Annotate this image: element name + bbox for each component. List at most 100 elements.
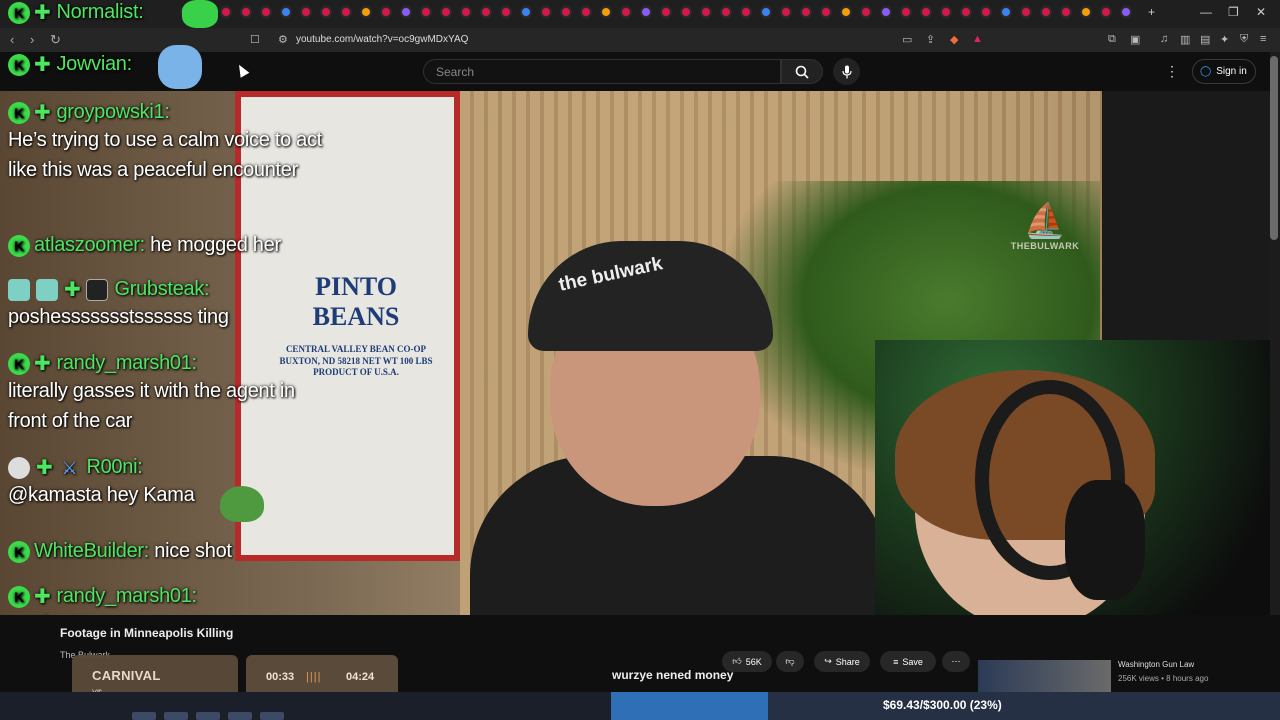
recommended-thumbnail[interactable]: [978, 660, 1111, 692]
chat-text: He’s trying to use a calm voice to act l…: [8, 129, 322, 181]
signin-button[interactable]: ◯ Sign in: [1192, 59, 1256, 84]
taskbar-app-icon[interactable]: [228, 712, 252, 720]
browser-tab-favicon-icon[interactable]: [300, 6, 312, 18]
browser-tab-favicon-icon[interactable]: [260, 6, 272, 18]
browser-tab-favicon-icon[interactable]: [920, 6, 932, 18]
menu-icon[interactable]: ≡: [1260, 33, 1266, 45]
taskbar-app-icon[interactable]: [132, 712, 156, 720]
browser-tab-favicon-icon[interactable]: [520, 6, 532, 18]
forward-icon[interactable]: ›: [30, 32, 34, 47]
browser-tab-favicon-icon[interactable]: [320, 6, 332, 18]
bookmark-icon[interactable]: ☐: [250, 33, 260, 46]
taskbar-app-icon[interactable]: [196, 712, 220, 720]
browser-tab-favicon-icon[interactable]: [780, 6, 792, 18]
share-button[interactable]: ↪ Share: [814, 651, 870, 672]
kick-badge-icon: K: [8, 53, 30, 76]
browser-tab-favicon-icon[interactable]: [360, 6, 372, 18]
url-field[interactable]: youtube.com/watch?v=oc9gwMDxYAQ: [296, 34, 468, 45]
save-button[interactable]: ≡ Save: [880, 651, 936, 672]
video-title[interactable]: Footage in Minneapolis Killing: [60, 626, 233, 640]
minimize-icon[interactable]: —: [1200, 5, 1212, 19]
browser-tab-favicon-icon[interactable]: [660, 6, 672, 18]
browser-tab-favicon-icon[interactable]: [580, 6, 592, 18]
extensions-icon[interactable]: ⧉: [1108, 33, 1116, 46]
microphone-icon: [841, 65, 852, 78]
browser-tab-favicon-icon[interactable]: [680, 6, 692, 18]
share-icon: ↪: [824, 656, 832, 666]
browser-tab-favicon-icon[interactable]: [1000, 6, 1012, 18]
browser-tab-favicon-icon[interactable]: [720, 6, 732, 18]
browser-tab-favicon-icon[interactable]: [620, 6, 632, 18]
rewards-icon[interactable]: ▲: [972, 33, 983, 45]
media-icon[interactable]: ♫: [1160, 33, 1168, 45]
browser-tab-favicon-icon[interactable]: [420, 6, 432, 18]
recommended-channel[interactable]: Washington Gun Law: [1118, 660, 1194, 669]
browser-tab-favicon-icon[interactable]: [820, 6, 832, 18]
thumbs-down-icon: 👎︎: [785, 656, 795, 666]
browser-tab-favicon-icon[interactable]: [220, 6, 232, 18]
taskbar-app-icon[interactable]: [164, 712, 188, 720]
scrollbar-thumb[interactable]: [1270, 56, 1278, 240]
subscriber-badge-icon: ✚: [34, 353, 51, 375]
browser-tab-favicon-icon[interactable]: [400, 6, 412, 18]
browser-tab-favicon-icon[interactable]: [960, 6, 972, 18]
taskbar-app-icon[interactable]: [260, 712, 284, 720]
browser-tab-favicon-icon[interactable]: [480, 6, 492, 18]
emote-badge-icon: [8, 278, 30, 301]
browser-tab-favicon-icon[interactable]: [980, 6, 992, 18]
close-icon[interactable]: ✕: [1256, 5, 1266, 19]
share-page-icon[interactable]: ⇪: [926, 33, 935, 46]
browser-tab-favicon-icon[interactable]: [640, 6, 652, 18]
browser-tab-favicon-icon[interactable]: [340, 6, 352, 18]
browser-tab-favicon-icon[interactable]: [740, 6, 752, 18]
site-settings-icon[interactable]: ⚙: [278, 33, 288, 46]
browser-tab-favicon-icon[interactable]: [540, 6, 552, 18]
browser-tab-favicon-icon[interactable]: [1020, 6, 1032, 18]
chat-message: K WhiteBuilder: nice shot: [8, 540, 232, 563]
watermark-text: THEBULWARK: [1010, 241, 1080, 251]
back-icon[interactable]: ‹: [10, 32, 14, 47]
more-options-icon[interactable]: ⋮: [1165, 63, 1179, 80]
browser-tab-favicon-icon[interactable]: [1040, 6, 1052, 18]
browser-tab-favicon-icon[interactable]: [1080, 6, 1092, 18]
more-actions-button[interactable]: ⋯: [942, 651, 970, 672]
browser-tab-favicon-icon[interactable]: [760, 6, 772, 18]
browser-tab-favicon-icon[interactable]: [460, 6, 472, 18]
wallet-icon[interactable]: ▤: [1200, 33, 1210, 46]
browser-tab-favicon-icon[interactable]: [380, 6, 392, 18]
restore-icon[interactable]: ❐: [1228, 5, 1239, 19]
browser-tab-favicon-icon[interactable]: [840, 6, 852, 18]
browser-tab-favicon-icon[interactable]: [1060, 6, 1072, 18]
browser-tab-favicon-icon[interactable]: [860, 6, 872, 18]
screenshot-icon[interactable]: ▣: [1130, 33, 1140, 46]
stream-caption: wurzye nened money: [612, 668, 734, 682]
reload-icon[interactable]: ↻: [50, 32, 61, 48]
sidebar-icon[interactable]: ▥: [1180, 33, 1190, 46]
ai-icon[interactable]: ✦: [1220, 33, 1229, 46]
search-button[interactable]: [781, 59, 823, 84]
browser-tab-favicon-icon[interactable]: [240, 6, 252, 18]
kick-badge-icon: K: [8, 352, 30, 375]
browser-tab-favicon-icon[interactable]: [940, 6, 952, 18]
browser-tab-favicon-icon[interactable]: [600, 6, 612, 18]
search-input[interactable]: Search: [423, 59, 781, 84]
browser-tab-favicon-icon[interactable]: [800, 6, 812, 18]
browser-tab-favicon-icon[interactable]: [1120, 6, 1132, 18]
cast-icon[interactable]: ▭: [902, 33, 912, 46]
browser-tab-favicon-icon[interactable]: [440, 6, 452, 18]
new-tab-icon[interactable]: +: [1148, 5, 1155, 19]
browser-tab-favicon-icon[interactable]: [880, 6, 892, 18]
voice-search-button[interactable]: [833, 58, 860, 85]
browser-tab-favicon-icon[interactable]: [280, 6, 292, 18]
chat-username: randy_marsh01:: [56, 351, 197, 374]
ellipsis-icon: ⋯: [951, 656, 961, 666]
green-frog-emote: [182, 0, 218, 28]
browser-tab-favicon-icon[interactable]: [700, 6, 712, 18]
browser-tab-favicon-icon[interactable]: [500, 6, 512, 18]
browser-tab-favicon-icon[interactable]: [1100, 6, 1112, 18]
vpn-icon[interactable]: ⛨: [1240, 33, 1248, 46]
dislike-button[interactable]: 👎︎: [776, 651, 804, 672]
brave-shield-icon[interactable]: ◆: [950, 33, 958, 46]
browser-tab-favicon-icon[interactable]: [560, 6, 572, 18]
browser-tab-favicon-icon[interactable]: [900, 6, 912, 18]
